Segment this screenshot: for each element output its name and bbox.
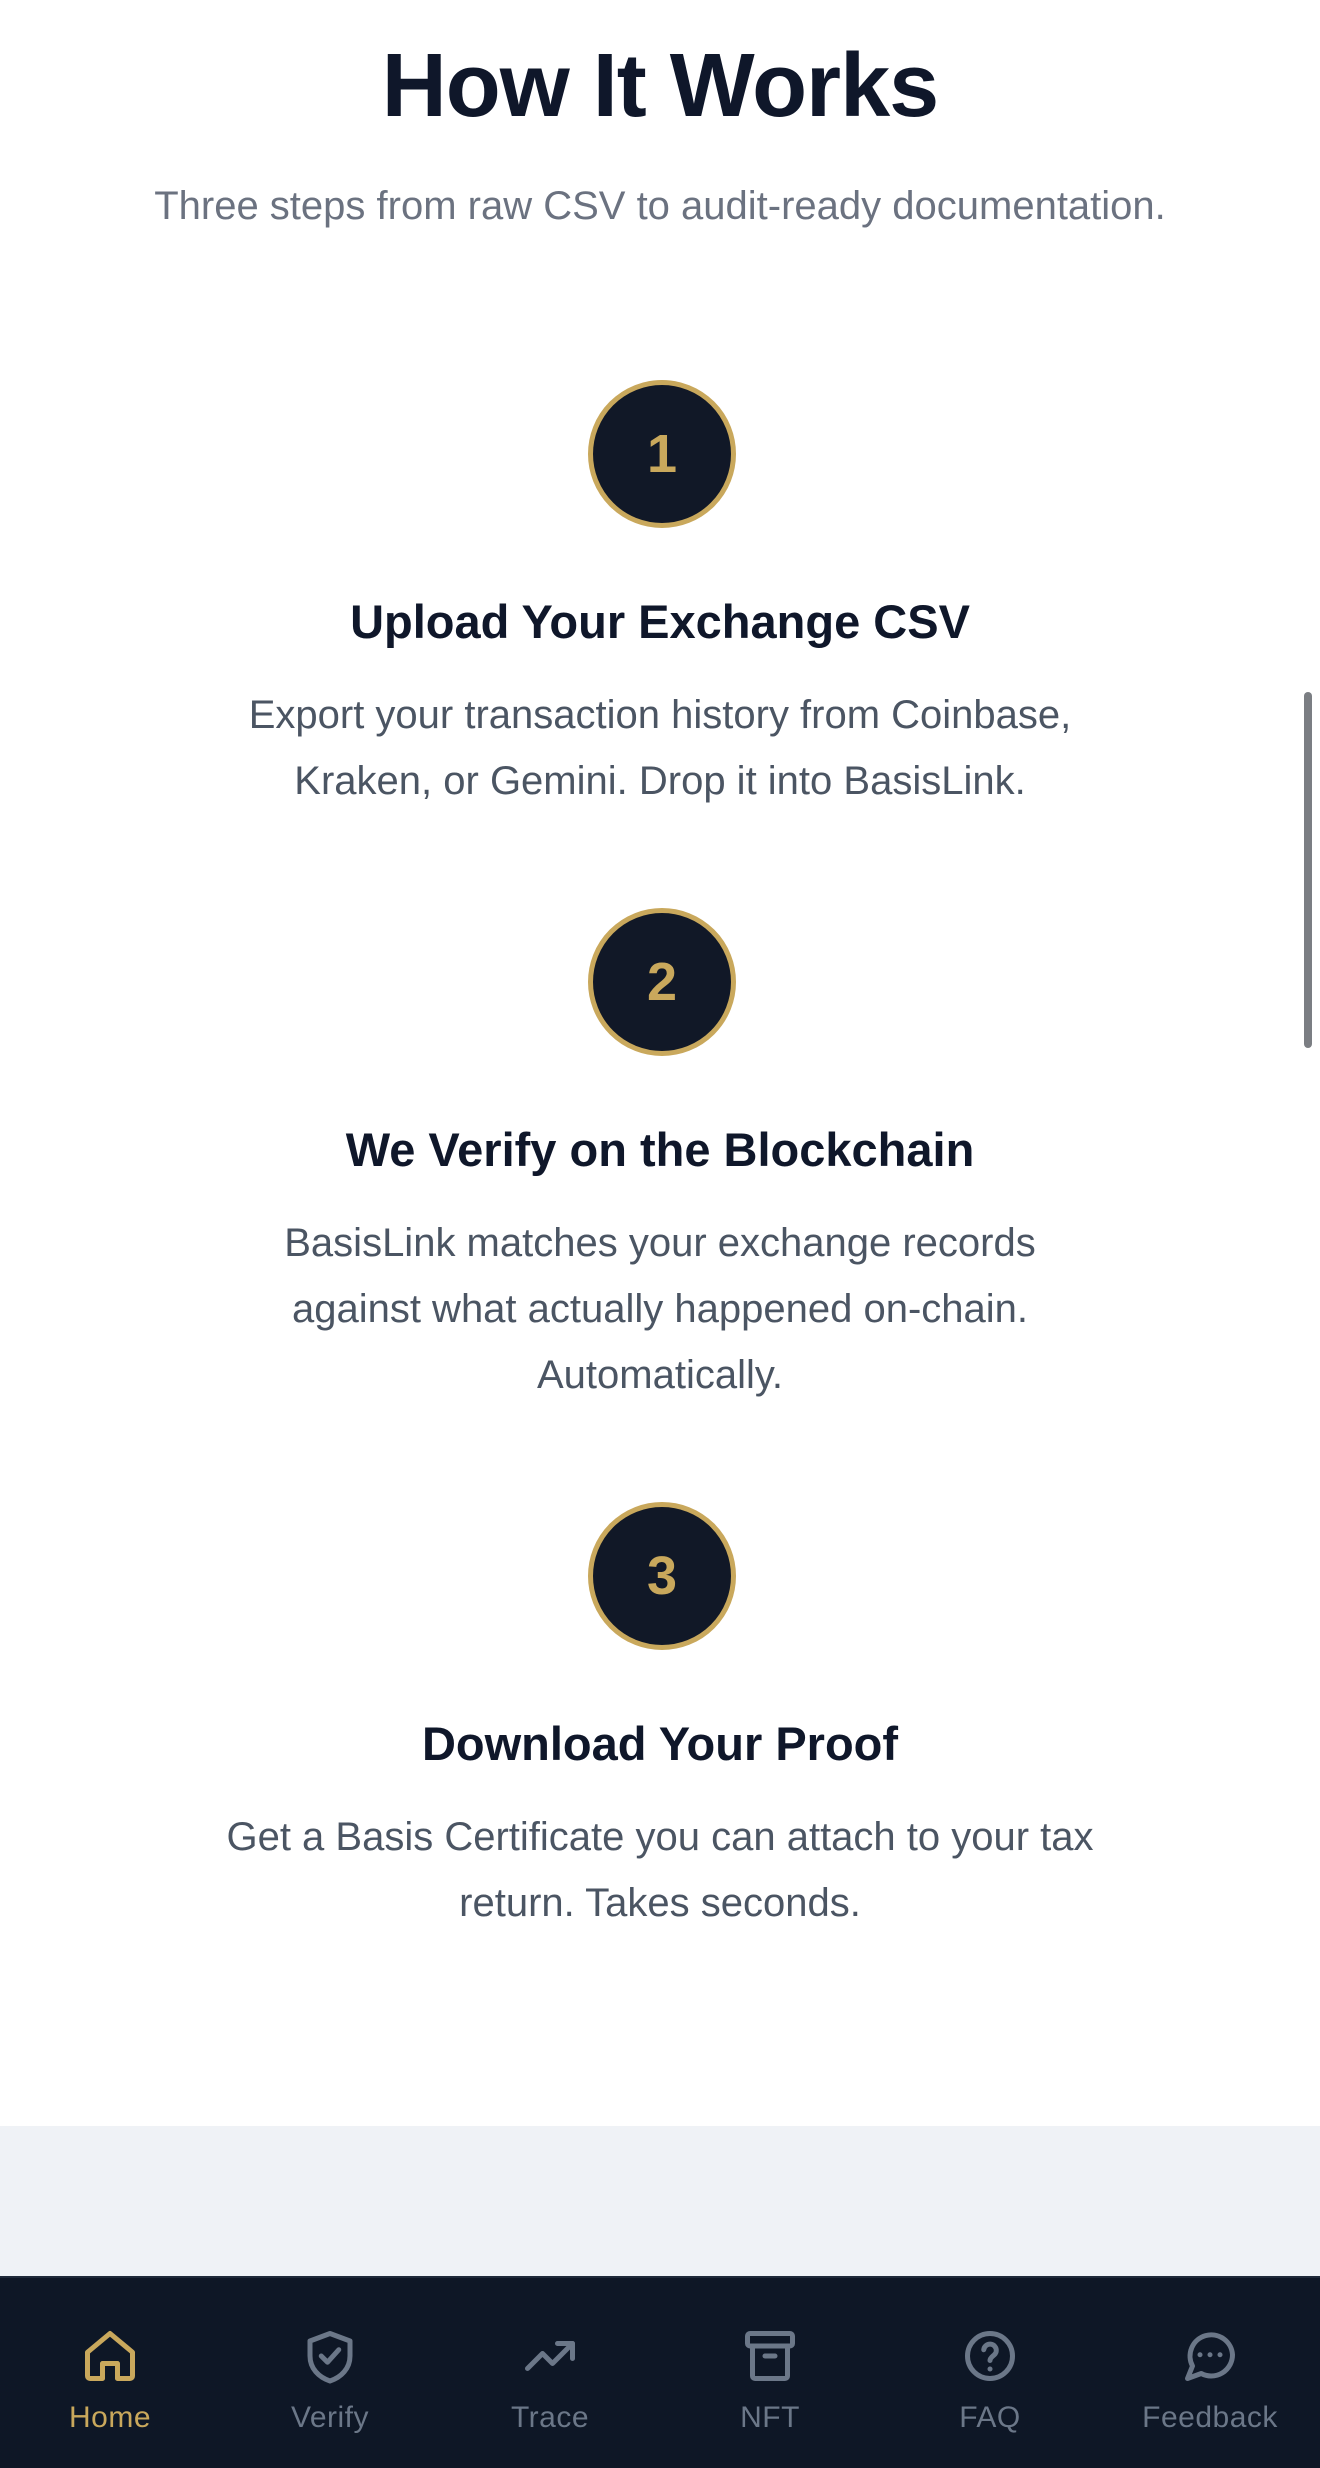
step-description-line: Get a Basis Certificate you can attach t… bbox=[226, 1815, 1094, 1859]
step-title: Upload Your Exchange CSV bbox=[350, 595, 970, 648]
nav-label: Home bbox=[68, 2401, 152, 2434]
trending-up-icon bbox=[520, 2326, 580, 2386]
step-number-badge: 1 bbox=[588, 380, 736, 528]
step-description-line: Kraken, or Gemini. Drop it into BasisLin… bbox=[294, 759, 1026, 803]
help-circle-icon bbox=[960, 2326, 1020, 2386]
section-title: How It Works bbox=[381, 36, 939, 136]
step-description-line: against what actually happened on-chain. bbox=[291, 1287, 1029, 1331]
step-description: Get a Basis Certificate you can attach t… bbox=[160, 1804, 1160, 1936]
message-circle-icon bbox=[1180, 2326, 1240, 2386]
how-it-works-page: How It Works Three steps from raw CSV to… bbox=[0, 0, 1320, 2468]
next-section-background bbox=[0, 2126, 1320, 2276]
nav-item-faq[interactable]: FAQ bbox=[880, 2278, 1100, 2468]
nav-item-home[interactable]: Home bbox=[0, 2278, 220, 2468]
nav-label: FAQ bbox=[959, 2401, 1021, 2434]
nav-item-feedback[interactable]: Feedback bbox=[1100, 2278, 1320, 2468]
step-description-line: Export your transaction history from Coi… bbox=[248, 693, 1072, 737]
nav-item-verify[interactable]: Verify bbox=[220, 2278, 440, 2468]
step-description-line: Automatically. bbox=[536, 1353, 783, 1397]
nav-label: NFT bbox=[740, 2401, 800, 2434]
step-description-line: return. Takes seconds. bbox=[459, 1881, 861, 1925]
nav-label: Feedback bbox=[1142, 2401, 1278, 2434]
step-description-line: BasisLink matches your exchange records bbox=[284, 1221, 1036, 1265]
step-title: We Verify on the Blockchain bbox=[345, 1123, 975, 1176]
step-description: Export your transaction history from Coi… bbox=[160, 682, 1160, 814]
nav-label: Verify bbox=[290, 2401, 370, 2434]
step-title: Download Your Proof bbox=[421, 1717, 899, 1770]
archive-icon bbox=[740, 2326, 800, 2386]
step-number-badge: 2 bbox=[588, 908, 736, 1056]
nav-item-nft[interactable]: NFT bbox=[660, 2278, 880, 2468]
section-subtitle: Three steps from raw CSV to audit-ready … bbox=[154, 184, 1166, 228]
bottom-navigation: Home Verify Trace NFT FAQ Feedback bbox=[0, 2276, 1320, 2468]
scrollbar-thumb[interactable] bbox=[1304, 692, 1312, 1048]
shield-check-icon bbox=[300, 2326, 360, 2386]
nav-label: Trace bbox=[510, 2401, 590, 2434]
nav-item-trace[interactable]: Trace bbox=[440, 2278, 660, 2468]
home-icon bbox=[80, 2326, 140, 2386]
step-number-badge: 3 bbox=[588, 1502, 736, 1650]
step-description: BasisLink matches your exchange records … bbox=[160, 1210, 1160, 1408]
